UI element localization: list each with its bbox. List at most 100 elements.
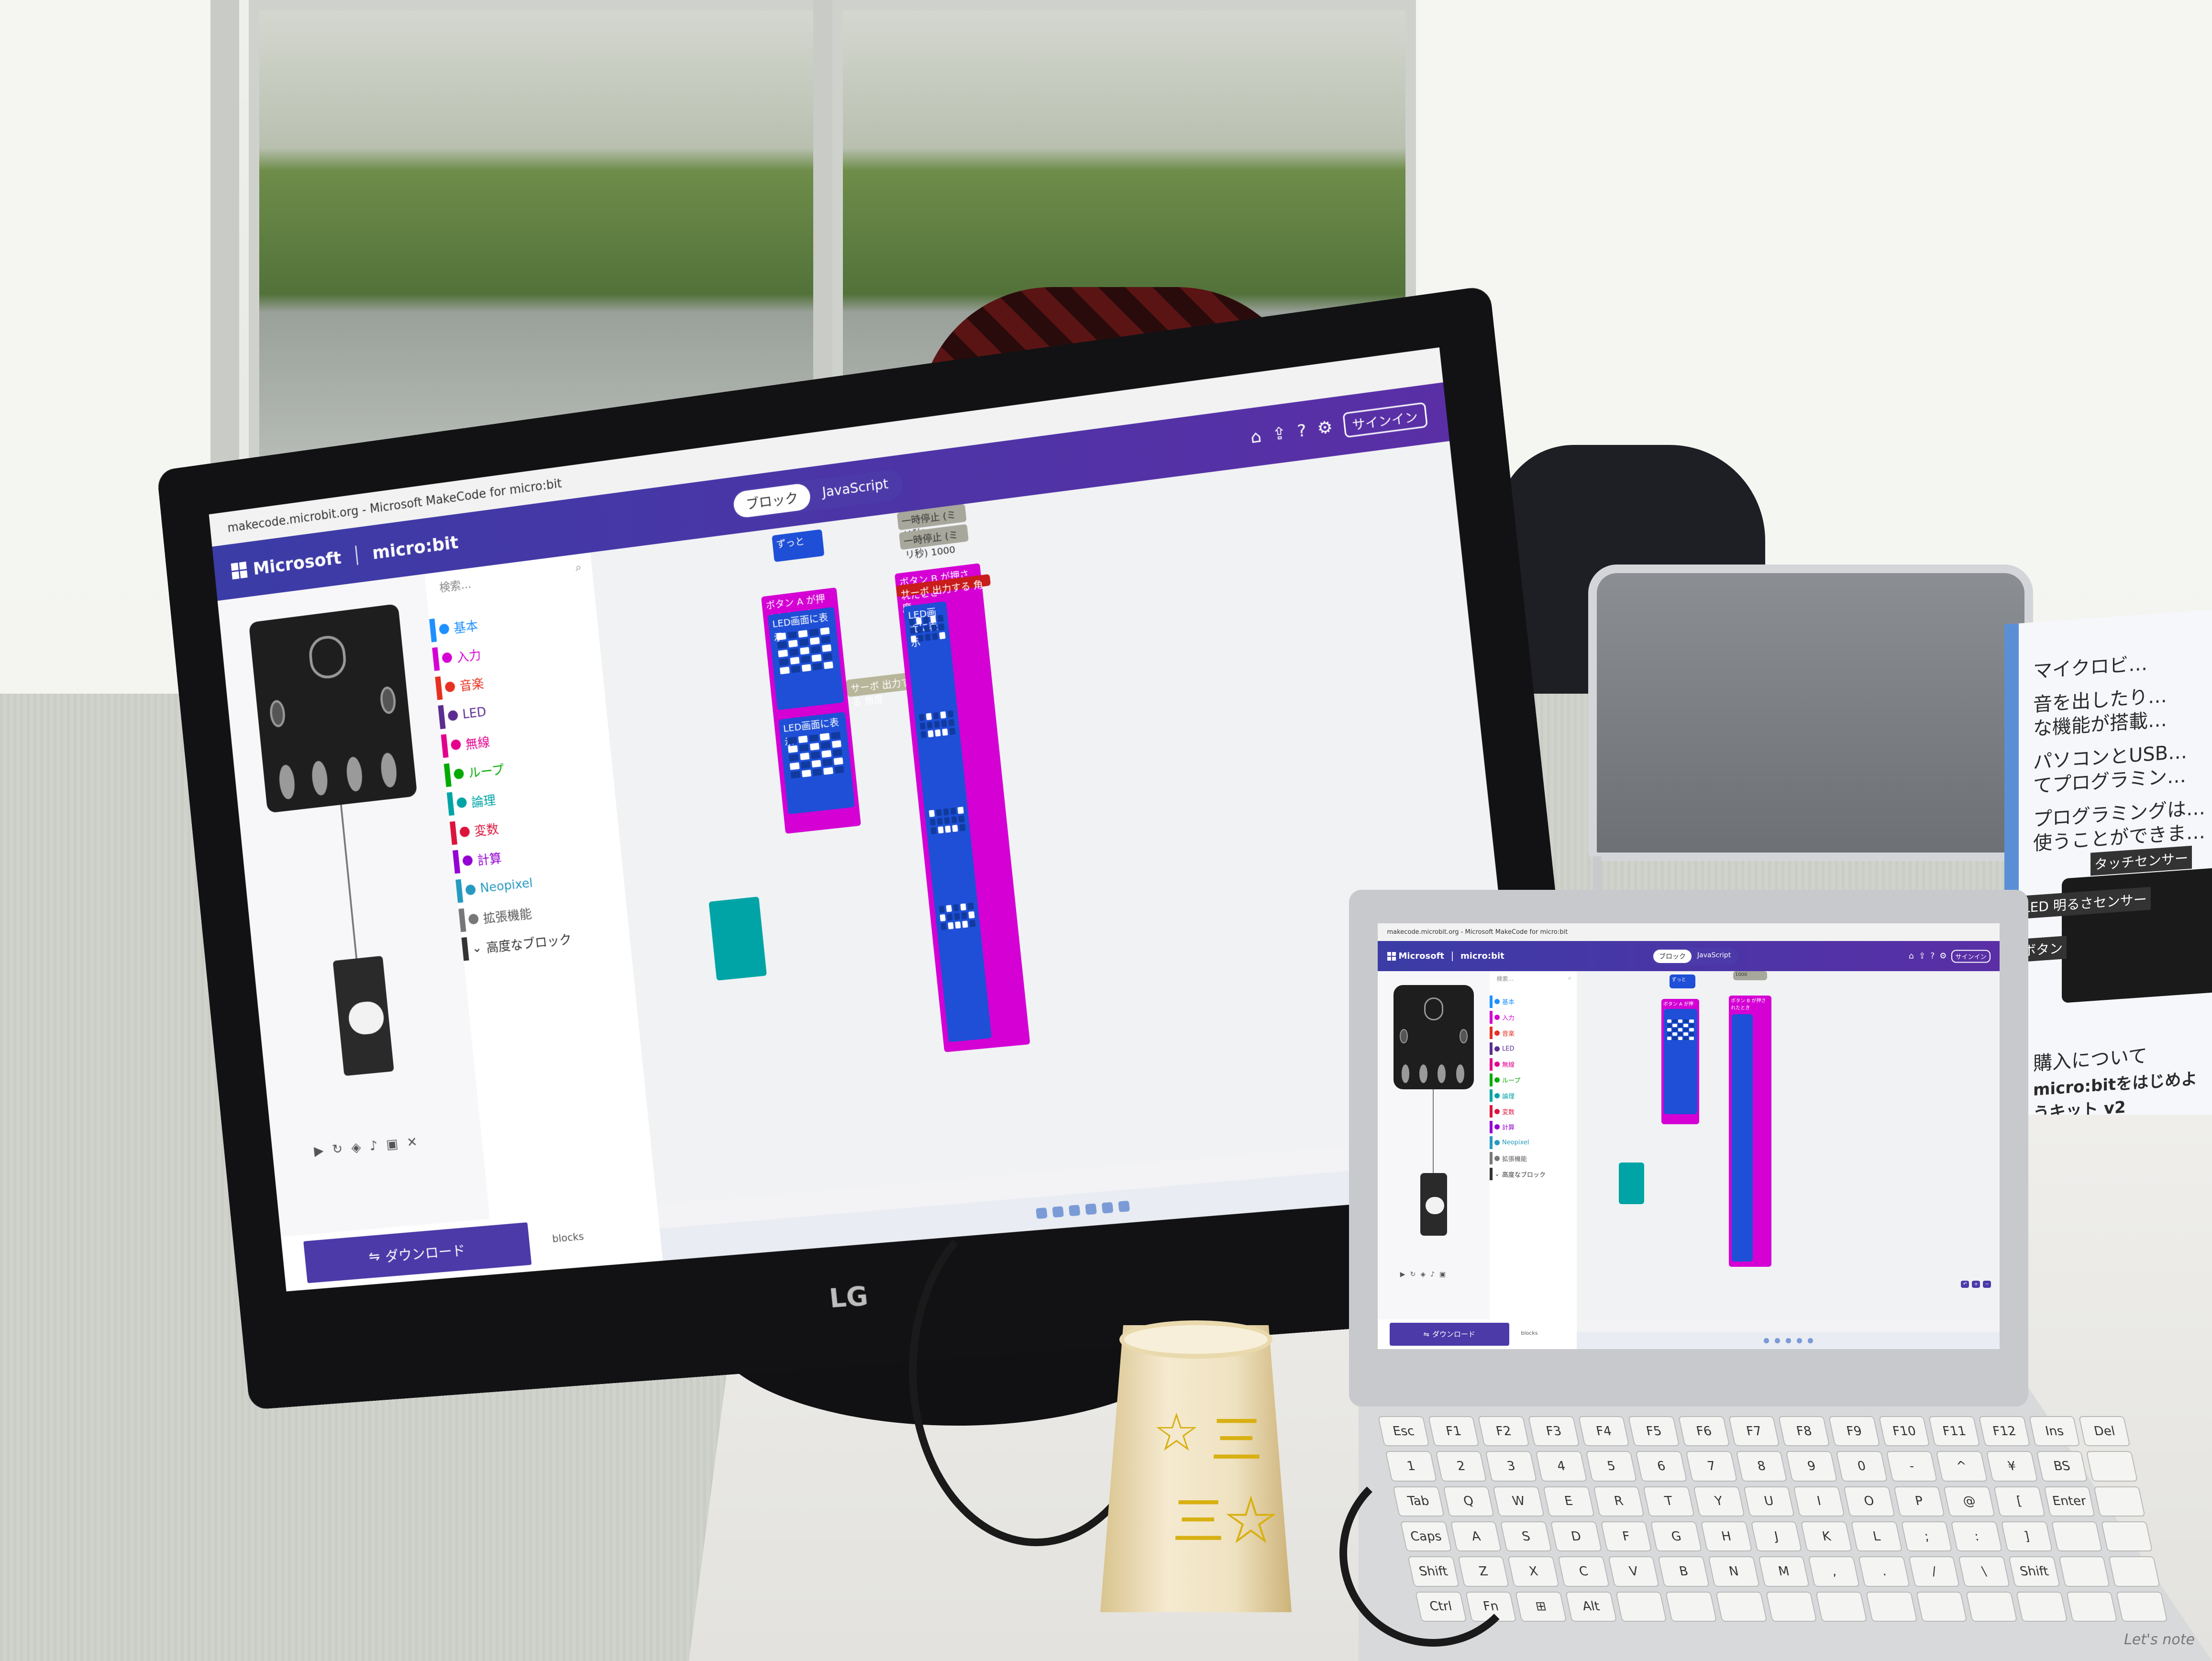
key[interactable]: V <box>1608 1556 1660 1587</box>
key[interactable]: F5 <box>1628 1416 1680 1447</box>
category-logic[interactable]: 論理 <box>1490 1089 1559 1102</box>
start-icon[interactable] <box>1763 1338 1769 1343</box>
category-math[interactable]: 計算 <box>1490 1120 1559 1133</box>
pin-0[interactable] <box>278 764 297 800</box>
led-matrix[interactable] <box>1667 1019 1694 1040</box>
key[interactable]: @ <box>1943 1486 1995 1517</box>
home-icon[interactable]: ⌂ <box>1250 426 1262 447</box>
led-matrix[interactable] <box>776 627 834 675</box>
key[interactable]: H <box>1700 1521 1752 1552</box>
signin-button[interactable]: サインイン <box>1951 950 1991 963</box>
key[interactable]: F7 <box>1728 1416 1780 1447</box>
key[interactable]: Esc <box>1378 1416 1430 1447</box>
key[interactable]: F8 <box>1778 1416 1830 1447</box>
toolbox-search[interactable]: 検索... ⌕ <box>1497 974 1572 988</box>
category-music[interactable]: 音楽 <box>1490 1027 1559 1040</box>
key[interactable]: - <box>1886 1451 1938 1482</box>
key[interactable]: B <box>1658 1556 1710 1587</box>
key[interactable]: ; <box>1901 1521 1953 1552</box>
pin-1[interactable] <box>1419 1064 1427 1084</box>
key[interactable]: F3 <box>1527 1416 1580 1447</box>
key[interactable]: 3 <box>1485 1451 1537 1482</box>
home-icon[interactable]: ⌂ <box>1909 952 1914 961</box>
pin-3v[interactable] <box>1456 1064 1464 1084</box>
editor-toggle[interactable]: ブロック JavaScript <box>1651 947 1739 965</box>
key[interactable] <box>2066 1591 2118 1622</box>
led-matrix[interactable] <box>918 710 956 739</box>
key[interactable]: C <box>1558 1556 1610 1587</box>
key[interactable]: Ins <box>2028 1416 2080 1447</box>
microbit-board[interactable] <box>248 603 418 813</box>
block-show-leds[interactable]: LED画面に表示 <box>778 711 855 815</box>
restart-icon[interactable]: ↻ <box>332 1141 343 1157</box>
category-advanced[interactable]: ⌄ 高度なブロック <box>1490 1168 1559 1181</box>
key[interactable]: / <box>1908 1556 1960 1587</box>
gear-icon[interactable]: ⚙ <box>1939 952 1947 961</box>
search-input[interactable]: 検索... <box>1497 974 1514 988</box>
block-show-leds-stack[interactable] <box>1731 1014 1753 1262</box>
key[interactable]: L <box>1850 1521 1902 1552</box>
key[interactable] <box>1615 1591 1667 1622</box>
key[interactable] <box>2086 1451 2138 1482</box>
key[interactable]: R <box>1593 1486 1645 1517</box>
key[interactable]: U <box>1743 1486 1795 1517</box>
play-icon[interactable]: ▶ <box>313 1143 324 1159</box>
led-matrix[interactable] <box>908 614 946 643</box>
key[interactable]: 8 <box>1736 1451 1788 1482</box>
block-wait[interactable]: 1000 <box>1733 971 1767 980</box>
taskbar-icon[interactable] <box>1118 1200 1130 1212</box>
led-matrix[interactable] <box>939 902 976 930</box>
key[interactable] <box>1915 1591 1968 1622</box>
mute-icon[interactable]: ♪ <box>1430 1271 1435 1278</box>
key[interactable] <box>2108 1556 2160 1587</box>
share-icon[interactable]: ⇪ <box>1919 952 1925 961</box>
taskbar-icon[interactable] <box>1796 1338 1802 1343</box>
signin-button[interactable]: サインイン <box>1342 402 1428 438</box>
search-input[interactable]: 検索... <box>439 575 473 604</box>
block-on-button-b[interactable]: ボタン B が押されたとき サーボ 出力する 角度 LED画面に表示 <box>895 563 1030 1052</box>
screenshot-icon[interactable]: ▣ <box>386 1136 399 1152</box>
key[interactable]: J <box>1750 1521 1803 1552</box>
block-workspace[interactable]: ずっと 1000 ボタン A が押されたとき <box>1577 971 2000 1319</box>
key[interactable]: F2 <box>1478 1416 1530 1447</box>
mute-icon[interactable]: ♪ <box>369 1138 378 1153</box>
help-icon[interactable]: ? <box>1296 421 1307 441</box>
tab-blocks[interactable]: ブロック <box>1653 949 1692 963</box>
debug-icon[interactable]: ◈ <box>1420 1271 1426 1278</box>
block-show-leds-stack[interactable]: LED画面に表示 <box>903 601 992 1042</box>
play-icon[interactable]: ▶ <box>1400 1271 1405 1278</box>
tab-javascript[interactable]: JavaScript <box>809 470 902 509</box>
download-button[interactable]: ⇋ ダウンロード <box>303 1222 532 1283</box>
key[interactable]: ^ <box>1936 1451 1988 1482</box>
button-a[interactable] <box>1400 1029 1408 1044</box>
key[interactable] <box>2116 1591 2168 1622</box>
key[interactable]: Y <box>1693 1486 1745 1517</box>
key[interactable]: I <box>1793 1486 1845 1517</box>
key[interactable] <box>1865 1591 1918 1622</box>
key[interactable]: F10 <box>1878 1416 1930 1447</box>
key[interactable]: F <box>1600 1521 1652 1552</box>
button-b[interactable] <box>1459 1029 1468 1044</box>
key[interactable] <box>2051 1521 2103 1552</box>
taskbar-icon[interactable] <box>1774 1338 1780 1343</box>
pin-2[interactable] <box>345 756 364 793</box>
share-icon[interactable]: ⇪ <box>1271 423 1287 445</box>
undo-icon[interactable]: ↶ <box>1961 1281 1969 1288</box>
restart-icon[interactable]: ↻ <box>1410 1271 1416 1278</box>
category-radio[interactable]: 無線 <box>1490 1058 1559 1071</box>
category-neopixel[interactable]: Neopixel <box>1490 1136 1559 1149</box>
tab-blocks[interactable]: ブロック <box>732 482 812 519</box>
brand[interactable]: Microsoft micro:bit <box>1387 951 1504 961</box>
button-b[interactable] <box>379 686 397 715</box>
download-button[interactable]: ⇋ ダウンロード <box>1389 1323 1509 1346</box>
key[interactable]: 6 <box>1635 1451 1688 1482</box>
category-input[interactable]: 入力 <box>1490 1011 1559 1024</box>
key[interactable]: \ <box>1958 1556 2010 1587</box>
key[interactable]: P <box>1893 1486 1945 1517</box>
category-variables[interactable]: 変数 <box>1490 1105 1559 1118</box>
fullscreen-icon[interactable]: ✕ <box>406 1134 418 1151</box>
category-extensions[interactable]: 拡張機能 <box>1490 1152 1559 1165</box>
pin-2[interactable] <box>1438 1064 1446 1084</box>
block-forever[interactable]: ずっと <box>1670 974 1695 989</box>
key[interactable] <box>2015 1591 2068 1622</box>
